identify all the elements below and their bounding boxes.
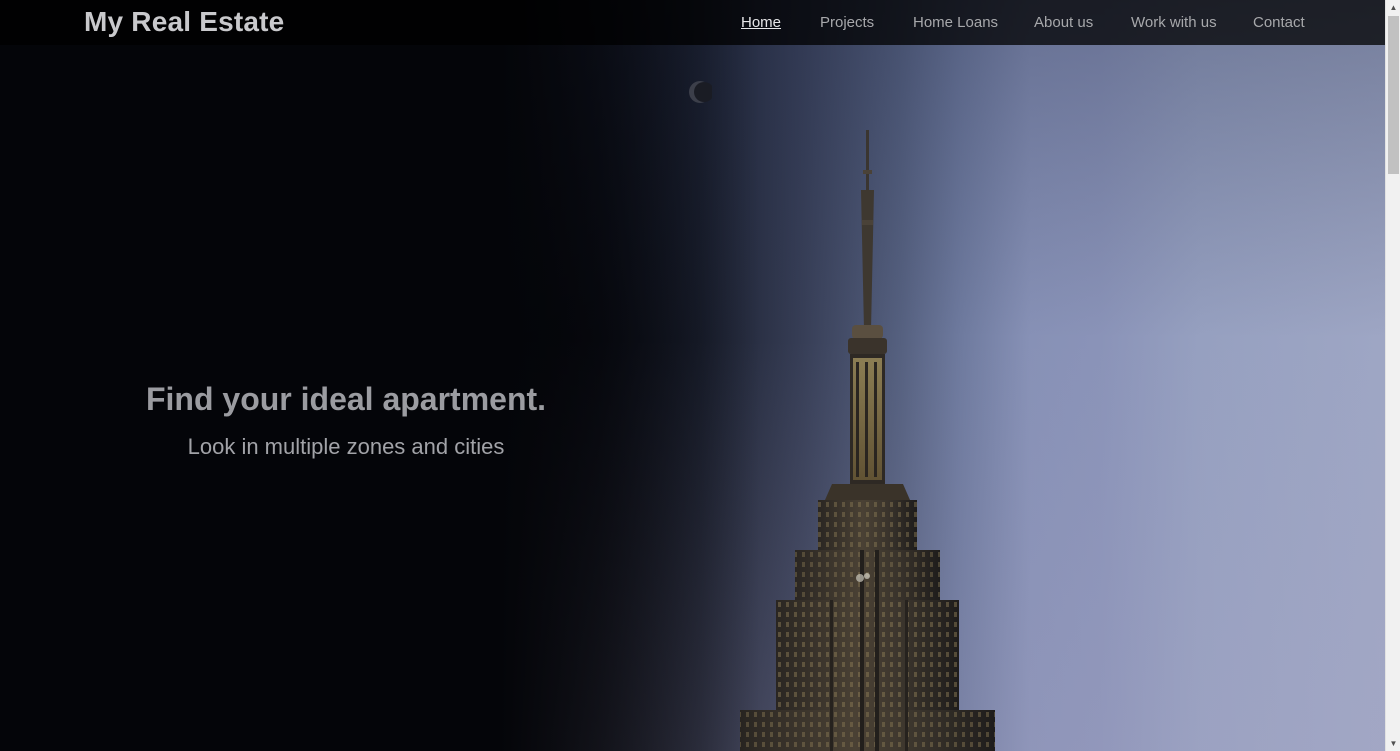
scroll-thumb[interactable] — [1388, 16, 1399, 174]
nav-item-about-us[interactable]: About us — [1034, 14, 1093, 31]
nav-item-work-with-us[interactable]: Work with us — [1131, 14, 1217, 31]
top-navbar: My Real Estate Home Projects Home Loans … — [0, 0, 1385, 45]
scroll-up-icon[interactable]: ▲ — [1386, 0, 1400, 15]
vertical-scrollbar[interactable]: ▲ ▼ — [1385, 0, 1400, 751]
hero-title: Find your ideal apartment. — [145, 381, 547, 417]
nav-item-home-loans[interactable]: Home Loans — [913, 14, 998, 31]
nav-item-home[interactable]: Home — [741, 14, 781, 31]
brand-logo[interactable]: My Real Estate — [84, 6, 284, 38]
nav-item-projects[interactable]: Projects — [820, 14, 874, 31]
page: Find your ideal apartment. Look in multi… — [0, 0, 1385, 751]
nav-item-contact[interactable]: Contact — [1253, 14, 1305, 31]
hero-subtitle: Look in multiple zones and cities — [187, 434, 505, 459]
scroll-down-icon[interactable]: ▼ — [1386, 736, 1400, 751]
hero-section: Find your ideal apartment. Look in multi… — [0, 0, 1385, 751]
hero-dark-overlay — [0, 0, 1385, 751]
moon-icon — [689, 81, 712, 103]
